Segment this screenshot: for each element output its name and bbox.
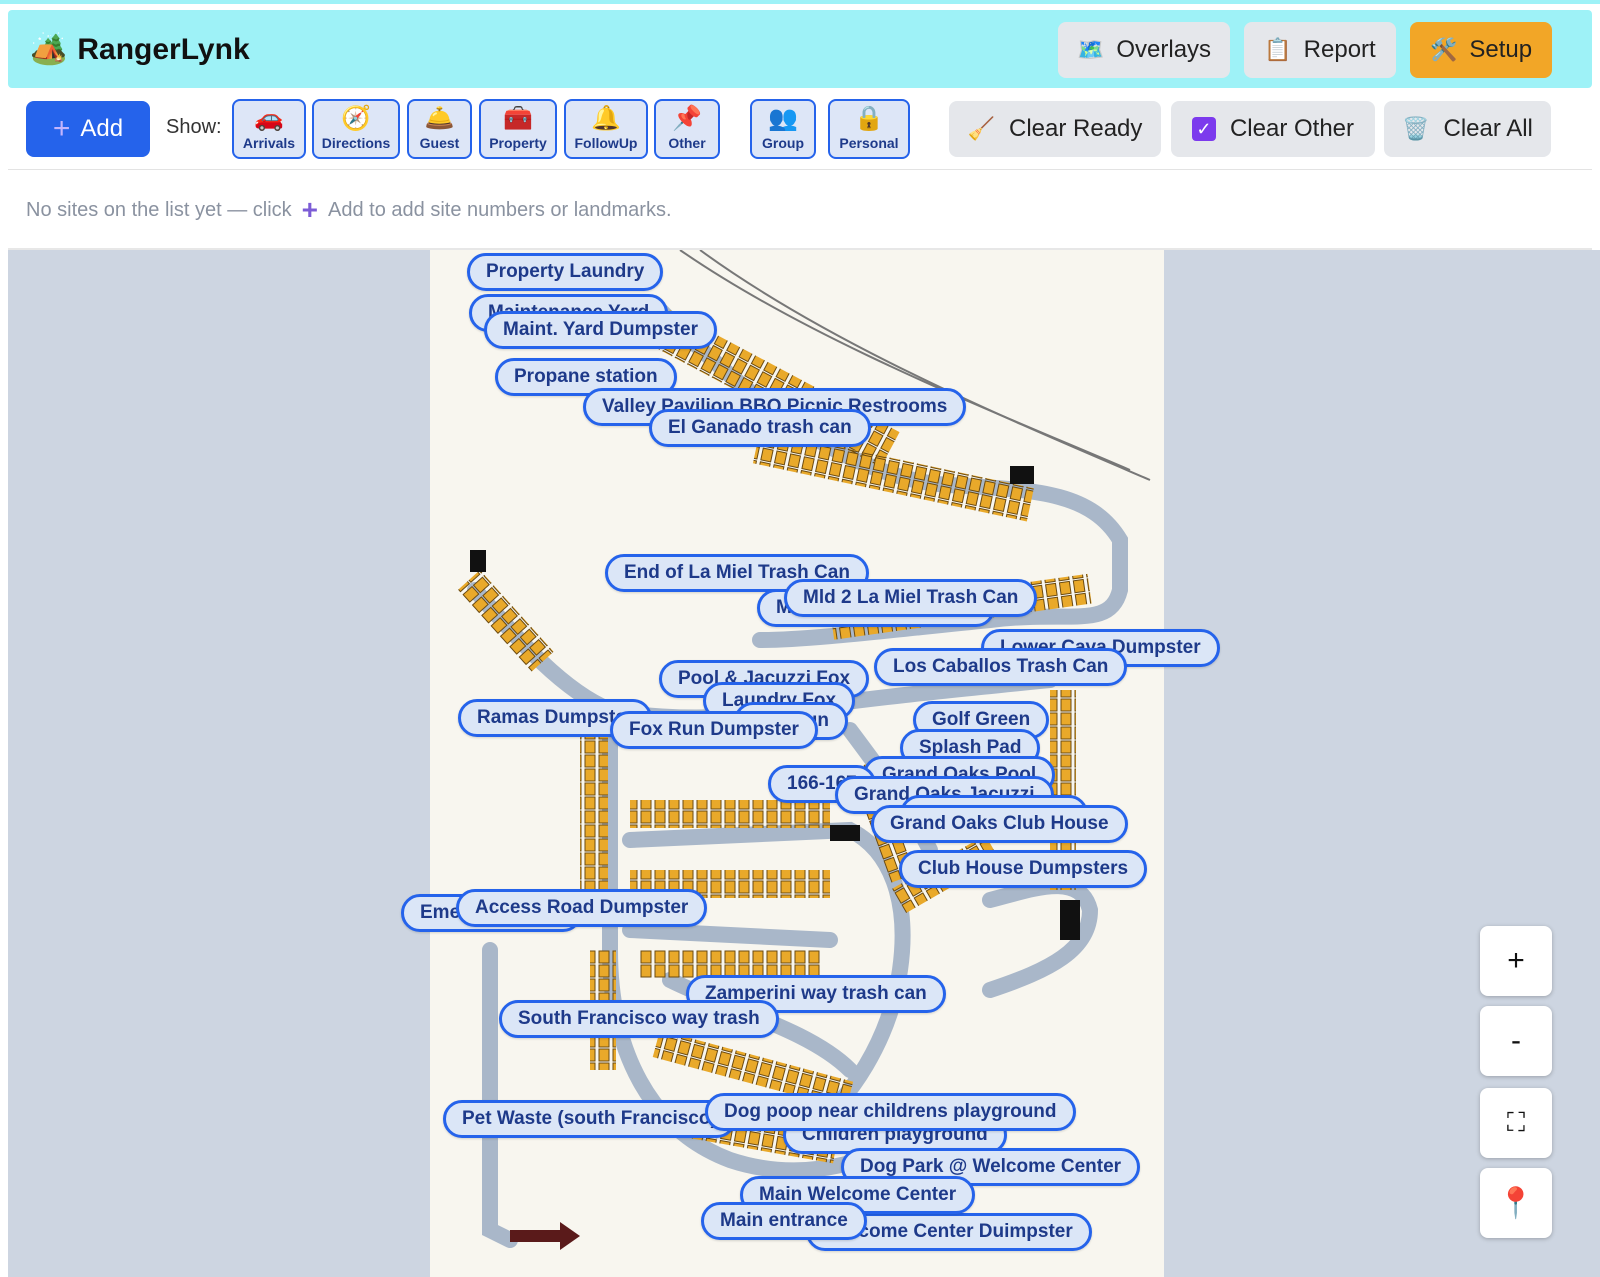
map-marker[interactable]: Property Laundry — [467, 253, 664, 291]
filter-label: Arrivals — [242, 135, 296, 151]
bell-icon: 🔔 — [591, 105, 621, 132]
filter-label: Other — [668, 135, 706, 151]
zoom-in-button[interactable]: + — [1480, 926, 1552, 996]
clear-all-label: Clear All — [1443, 115, 1533, 142]
map-marker[interactable]: Maint. Yard Dumpster — [484, 311, 717, 349]
map-marker[interactable]: Los Caballos Trash Can — [874, 648, 1128, 686]
clear-other-label: Clear Other — [1229, 115, 1355, 142]
overlays-button[interactable]: 🗺️ Overlays — [1058, 22, 1230, 78]
show-label: Show: — [166, 116, 222, 138]
plus-icon: + — [52, 112, 71, 145]
clear-all-button[interactable]: 🗑️ Clear All — [1384, 101, 1551, 157]
filter-guest[interactable]: 🛎️ Guest — [407, 99, 472, 159]
report-label: Report — [1303, 36, 1376, 63]
compass-icon: 🧭 — [341, 105, 371, 132]
filter-label: Guest — [419, 135, 460, 151]
filter-label: Property — [489, 135, 547, 151]
app-header: 🏕️ RangerLynk 🗺️ Overlays 📋 Report 🛠️ Se… — [8, 10, 1592, 88]
checkbox-icon: ✓ — [1191, 117, 1216, 141]
filter-directions[interactable]: 🧭 Directions — [312, 99, 400, 159]
filter-label: Directions — [321, 135, 391, 151]
top-accent-strip — [0, 0, 1600, 4]
broom-icon: 🧹 — [967, 116, 995, 141]
filter-toolbar: + Add Show: 🚗 Arrivals 🧭 Directions 🛎️ G… — [8, 90, 1592, 170]
add-button[interactable]: + Add — [26, 101, 150, 157]
filter-personal[interactable]: 🔒 Personal — [828, 99, 910, 159]
car-icon: 🚗 — [254, 105, 284, 132]
brand: 🏕️ RangerLynk — [30, 32, 250, 67]
filter-label: FollowUp — [574, 135, 638, 151]
map-icon: 🗺️ — [1076, 37, 1105, 62]
zoom-out-button[interactable]: - — [1480, 1006, 1552, 1076]
toolbox-icon: 🧰 — [503, 105, 533, 132]
add-label: Add — [80, 115, 124, 142]
plus-icon: + — [301, 194, 319, 225]
notice-text-after: Add to add site numbers or landmarks. — [328, 198, 672, 221]
filter-label: Personal — [839, 135, 899, 151]
fit-bounds-button[interactable]: ⛶ — [1480, 1088, 1552, 1158]
filter-followup[interactable]: 🔔 FollowUp — [564, 99, 648, 159]
filter-group[interactable]: 👥 Group — [750, 99, 816, 159]
map-marker[interactable]: El Ganado trash can — [649, 409, 871, 447]
bell-service-icon: 🛎️ — [424, 105, 455, 132]
clipboard-icon: 📋 — [1264, 37, 1292, 62]
map-marker[interactable]: Pet Waste (south Francisco) — [443, 1100, 736, 1138]
group-icon: 👥 — [768, 105, 798, 132]
overlays-label: Overlays — [1116, 36, 1212, 63]
map-marker[interactable]: Access Road Dumpster — [456, 889, 708, 927]
filter-label: Group — [762, 135, 804, 151]
map-marker[interactable]: Grand Oaks Club House — [871, 805, 1128, 843]
pushpin-icon: 📌 — [672, 105, 702, 132]
clear-ready-label: Clear Ready — [1009, 115, 1143, 142]
filter-property[interactable]: 🧰 Property — [479, 99, 557, 159]
map-viewport[interactable]: Property Laundry Maintenance Yard Maint.… — [8, 250, 1600, 1277]
empty-list-notice: No sites on the list yet — click + Add t… — [26, 196, 672, 224]
clear-other-button[interactable]: ✓ Clear Other — [1171, 101, 1375, 157]
filter-other[interactable]: 📌 Other — [654, 99, 720, 159]
app-title: RangerLynk — [77, 32, 250, 66]
map-marker[interactable]: Main entrance — [701, 1202, 867, 1240]
filter-arrivals[interactable]: 🚗 Arrivals — [232, 99, 306, 159]
map-marker[interactable]: Dog poop near childrens playground — [705, 1093, 1076, 1131]
clear-ready-button[interactable]: 🧹 Clear Ready — [949, 101, 1161, 157]
locate-pin-button[interactable]: 📍 — [1480, 1168, 1552, 1238]
lock-icon: 🔒 — [854, 105, 884, 132]
map-marker[interactable]: South Francisco way trash — [499, 1000, 779, 1038]
report-button[interactable]: 📋 Report — [1244, 22, 1396, 78]
tools-icon: 🛠️ — [1429, 37, 1458, 62]
map-marker[interactable]: Mld 2 La Miel Trash Can — [784, 579, 1038, 617]
notice-text-before: No sites on the list yet — click — [26, 198, 292, 221]
trash-icon: 🗑️ — [1402, 116, 1430, 141]
setup-label: Setup — [1469, 36, 1533, 63]
camp-logo-icon: 🏕️ — [30, 33, 68, 66]
map-marker[interactable]: Fox Run Dumpster — [610, 711, 818, 749]
setup-button[interactable]: 🛠️ Setup — [1410, 22, 1552, 78]
map-marker[interactable]: Club House Dumpsters — [899, 850, 1148, 888]
